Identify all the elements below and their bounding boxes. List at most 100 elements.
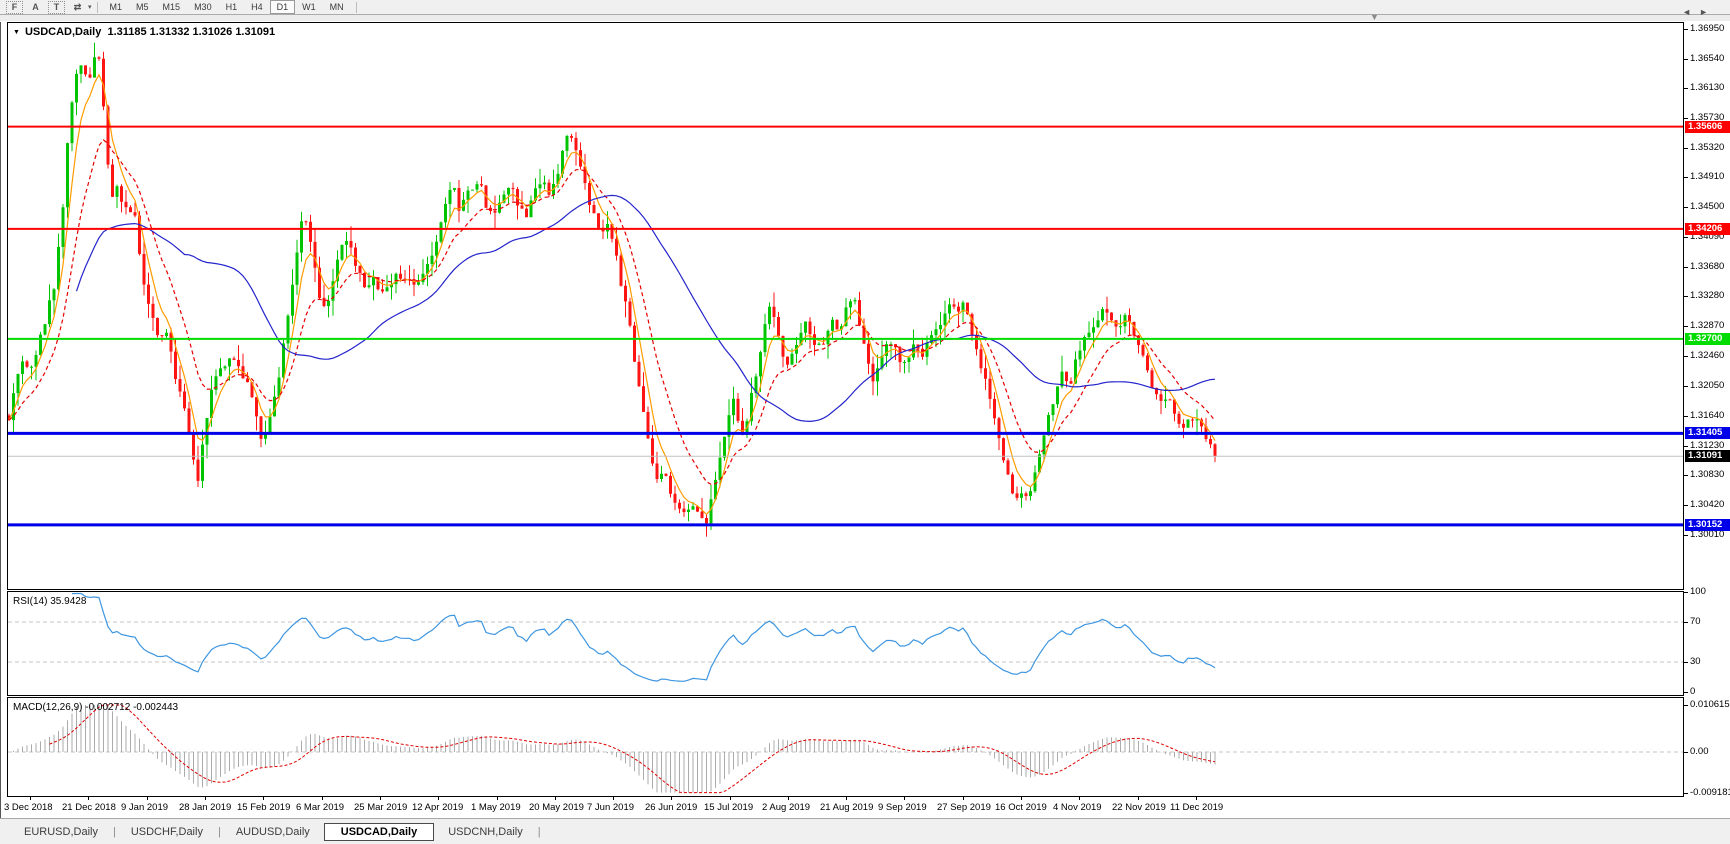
price-axis-tick <box>1684 207 1688 208</box>
rsi-axis-tick <box>1684 622 1688 623</box>
timeframe-button-m5[interactable]: M5 <box>129 0 156 14</box>
chart-shift-marker-icon[interactable]: ▼ <box>1370 12 1379 22</box>
timeframe-button-m15[interactable]: M15 <box>156 0 188 14</box>
price-axis-label: 1.33280 <box>1690 291 1724 301</box>
timeframe-button-mn[interactable]: MN <box>323 0 351 14</box>
price-axis-tick <box>1684 505 1688 506</box>
macd-axis-label: -0.009181 <box>1690 788 1730 798</box>
rsi-indicator-panel[interactable] <box>7 591 1684 696</box>
chart-tab-audusd-daily[interactable]: AUDUSD,Daily <box>222 824 324 840</box>
timeframe-button-h1[interactable]: H1 <box>219 0 245 14</box>
date-axis-label: 9 Jan 2019 <box>121 802 168 813</box>
price-level-badge: 1.30152 <box>1685 519 1730 531</box>
date-axis-label: 12 Apr 2019 <box>412 802 463 813</box>
rsi-axis-tick <box>1684 592 1688 593</box>
timeframe-button-d1[interactable]: D1 <box>270 0 296 14</box>
top-toolbar: F A T ⇄ ▾ M1M5M15M30H1H4D1W1MN <box>0 0 1730 14</box>
macd-chart-canvas[interactable] <box>8 698 1683 796</box>
price-axis-label: 1.30010 <box>1690 530 1724 540</box>
date-axis-label: 15 Feb 2019 <box>237 802 290 813</box>
price-axis-label: 1.34500 <box>1690 202 1724 212</box>
indicator-list-icon[interactable]: F <box>6 1 23 14</box>
date-axis-label: 26 Jun 2019 <box>645 802 697 813</box>
date-axis-tick <box>322 797 323 800</box>
text-label-icon[interactable]: T <box>48 1 65 14</box>
chart-tab-usdcnh-daily[interactable]: USDCNH,Daily <box>434 824 537 840</box>
price-axis-tick <box>1684 535 1688 536</box>
chart-symbol-period: USDCAD,Daily <box>25 26 101 38</box>
date-axis-tick <box>263 797 264 800</box>
date-axis-label: 2 Aug 2019 <box>762 802 810 813</box>
price-level-badge: 1.34206 <box>1685 223 1730 235</box>
price-axis-tick <box>1684 386 1688 387</box>
tab-separator: | <box>218 826 221 838</box>
candlestick-chart-canvas[interactable] <box>8 23 1683 589</box>
macd-label: MACD(12,26,9) -0.002712 -0.002443 <box>13 702 178 713</box>
price-axis-label: 1.32870 <box>1690 321 1724 331</box>
macd-axis-tick <box>1684 793 1688 794</box>
date-axis-tick <box>205 797 206 800</box>
timeframe-button-w1[interactable]: W1 <box>295 0 323 14</box>
date-axis-label: 11 Dec 2019 <box>1170 802 1223 813</box>
tab-separator: | <box>538 826 541 838</box>
date-axis-tick <box>147 797 148 800</box>
tab-scroll-right-icon[interactable]: ► <box>1699 7 1716 17</box>
date-axis-tick <box>497 797 498 800</box>
date-axis-tick <box>1196 797 1197 800</box>
main-price-panel[interactable] <box>7 22 1684 590</box>
timeframe-button-m30[interactable]: M30 <box>187 0 219 14</box>
text-annotation-icon[interactable]: A <box>29 2 42 13</box>
price-level-badge: 1.31405 <box>1685 427 1730 439</box>
date-axis-tick <box>963 797 964 800</box>
chart-scrollbar[interactable] <box>0 14 1730 22</box>
price-axis-tick <box>1684 267 1688 268</box>
date-axis-tick <box>788 797 789 800</box>
price-axis-tick <box>1684 177 1688 178</box>
toolbar-separator <box>356 2 357 13</box>
macd-indicator-panel[interactable] <box>7 697 1684 797</box>
drawing-tools-icon[interactable]: ⇄ <box>71 2 84 13</box>
timeframe-button-h4[interactable]: H4 <box>244 0 270 14</box>
ma-fast-line[interactable] <box>9 75 1215 515</box>
date-axis-label: 20 May 2019 <box>529 802 584 813</box>
rsi-axis-label: 70 <box>1690 617 1701 627</box>
chart-title: ▼USDCAD,Daily 1.31185 1.31332 1.31026 1.… <box>13 26 275 38</box>
price-axis-tick <box>1684 29 1688 30</box>
price-axis-label: 1.32050 <box>1690 381 1724 391</box>
current-price-badge: 1.31091 <box>1685 450 1730 462</box>
date-axis-label: 27 Sep 2019 <box>937 802 991 813</box>
chart-tab-usdchf-daily[interactable]: USDCHF,Daily <box>117 824 217 840</box>
price-axis-label: 1.31640 <box>1690 411 1724 421</box>
date-axis-label: 4 Nov 2019 <box>1053 802 1102 813</box>
chart-tab-bar: EURUSD,Daily|USDCHF,Daily|AUDUSD,DailyUS… <box>0 818 1730 844</box>
date-axis-label: 3 Dec 2018 <box>4 802 53 813</box>
date-axis-tick <box>1138 797 1139 800</box>
tab-scroll-left-icon[interactable]: ◄ <box>1682 7 1699 17</box>
macd-axis-tick <box>1684 705 1688 706</box>
macd-axis-tick <box>1684 752 1688 753</box>
rsi-chart-canvas[interactable] <box>8 592 1683 695</box>
timeframe-button-m1[interactable]: M1 <box>103 0 130 14</box>
price-axis-label: 1.34910 <box>1690 172 1724 182</box>
macd-signal-line <box>50 705 1216 793</box>
price-axis-label: 1.36950 <box>1690 24 1724 34</box>
date-axis-label: 1 May 2019 <box>471 802 521 813</box>
chart-tab-usdcad-daily[interactable]: USDCAD,Daily <box>324 823 434 841</box>
date-axis-tick <box>1079 797 1080 800</box>
price-axis-tick <box>1684 237 1688 238</box>
price-axis-label: 1.32460 <box>1690 351 1724 361</box>
macd-axis-label: 0.00 <box>1690 747 1709 757</box>
dropdown-caret-icon[interactable]: ▾ <box>88 3 92 11</box>
rsi-axis-label: 0 <box>1690 687 1695 697</box>
chart-tab-eurusd-daily[interactable]: EURUSD,Daily <box>10 824 112 840</box>
date-axis-tick <box>30 797 31 800</box>
mt4-terminal-window: { "toolbar": { "icons": [ {"name": "indi… <box>0 0 1730 844</box>
collapse-data-icon[interactable]: ▼ <box>13 29 20 36</box>
date-axis-tick <box>904 797 905 800</box>
price-level-badge: 1.32700 <box>1685 333 1730 345</box>
tab-separator: | <box>113 826 116 838</box>
price-axis-tick <box>1684 59 1688 60</box>
date-axis-label: 25 Mar 2019 <box>354 802 407 813</box>
price-axis-label: 1.33680 <box>1690 262 1724 272</box>
price-axis-tick <box>1684 296 1688 297</box>
